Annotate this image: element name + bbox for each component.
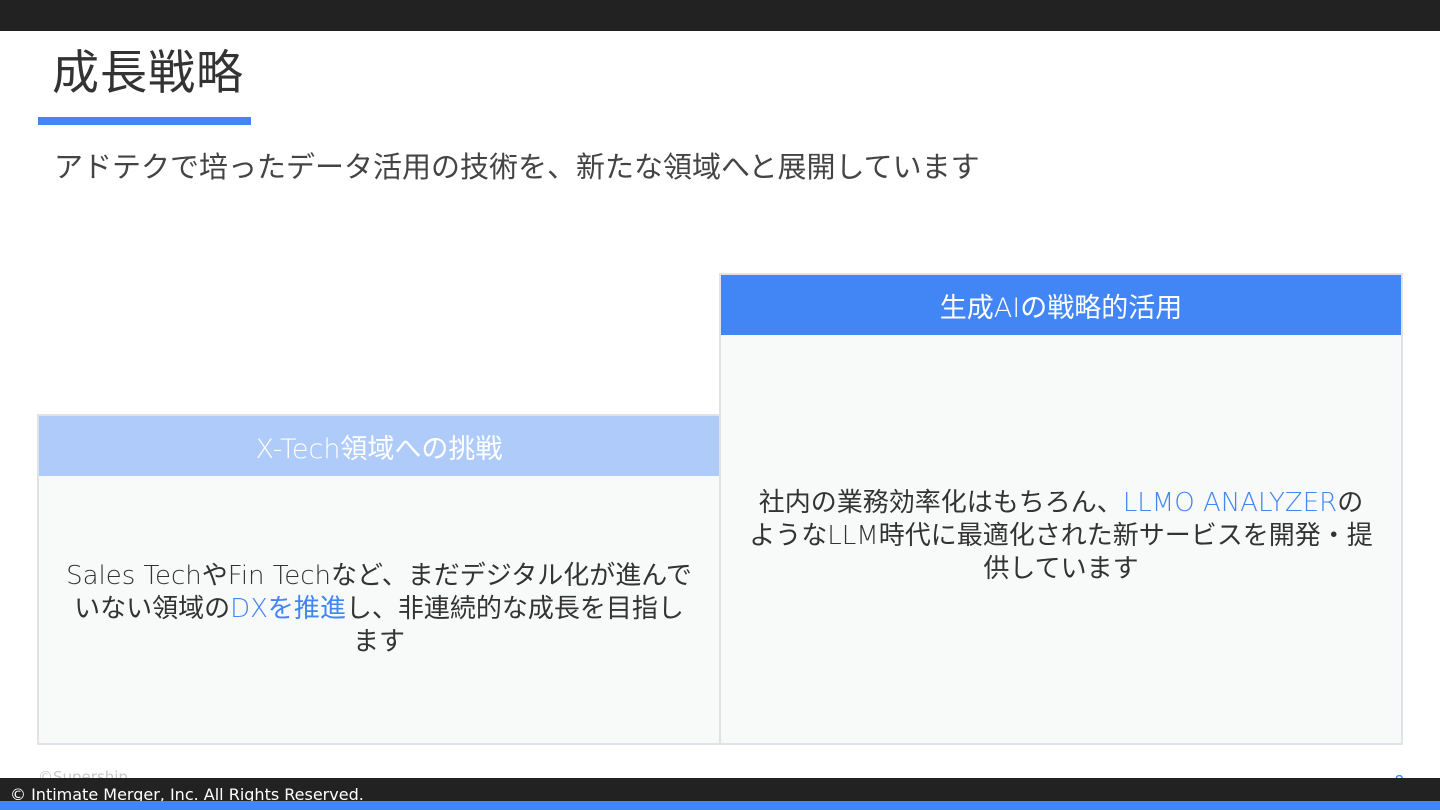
card-genai-text: 社内の業務効率化はもちろん、LLMO ANALYZERのようなLLM時代に最適化… bbox=[747, 487, 1375, 586]
slide-title: 成長戦略 bbox=[52, 46, 244, 101]
slide-subtitle: アドテクで培ったデータ活用の技術を、新たな領域へと展開しています bbox=[54, 150, 980, 184]
top-bar bbox=[0, 0, 1440, 31]
card-xtech-body: Sales TechやFin Techなど、まだデジタル化が進んでいない領域のD… bbox=[39, 476, 719, 743]
bottom-accent-bar bbox=[0, 801, 1440, 810]
card-genai: 生成AIの戦略的活用 社内の業務効率化はもちろん、LLMO ANALYZERのよ… bbox=[719, 273, 1403, 745]
card-genai-body: 社内の業務効率化はもちろん、LLMO ANALYZERのようなLLM時代に最適化… bbox=[721, 335, 1401, 743]
card-xtech-text: Sales TechやFin Techなど、まだデジタル化が進んでいない領域のD… bbox=[65, 560, 693, 659]
card-xtech-highlight: DXを推進 bbox=[230, 594, 346, 624]
card-xtech-header: X-Tech領域への挑戦 bbox=[39, 416, 719, 476]
title-underline bbox=[38, 117, 251, 125]
card-xtech-text-after: し、非連続的な成長を目指します bbox=[345, 594, 684, 657]
card-genai-highlight: LLMO ANALYZER bbox=[1122, 488, 1338, 518]
card-xtech: X-Tech領域への挑戦 Sales TechやFin Techなど、まだデジタ… bbox=[37, 414, 721, 745]
card-genai-header: 生成AIの戦略的活用 bbox=[721, 275, 1401, 335]
card-genai-text-before: 社内の業務効率化はもちろん、 bbox=[758, 488, 1123, 518]
